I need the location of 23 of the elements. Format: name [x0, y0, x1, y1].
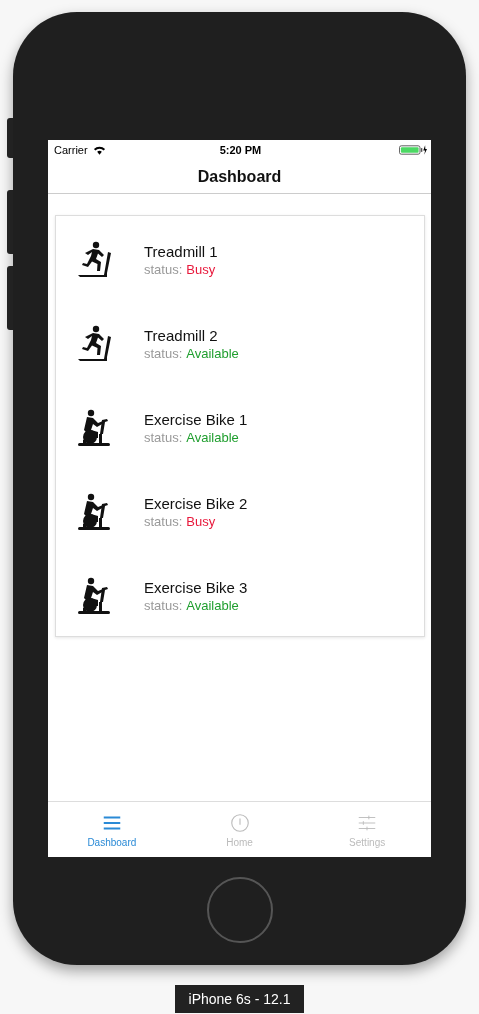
clock-icon — [228, 811, 251, 834]
status-value: Busy — [186, 262, 216, 277]
status-label: status: — [144, 262, 183, 277]
device-label: iPhone 6s - 12.1 — [174, 985, 305, 1013]
equipment-name: Exercise Bike 2 — [144, 495, 248, 512]
equipment-name: Treadmill 1 — [144, 243, 218, 260]
screen-title: Dashboard — [197, 167, 282, 186]
home-button[interactable] — [206, 877, 273, 943]
equipment-name: Exercise Bike 1 — [144, 411, 248, 428]
status-label: status: — [144, 430, 183, 445]
equipment-name: Treadmill 2 — [144, 327, 219, 344]
status-time: 5:20 PM — [219, 144, 262, 156]
status-value: Available — [186, 346, 239, 361]
status-value: Available — [186, 598, 239, 613]
status-value: Busy — [186, 514, 216, 529]
status-label: status: — [144, 598, 183, 613]
equipment-name: Exercise Bike 3 — [144, 579, 248, 596]
status-label: status: — [144, 346, 183, 361]
status-value: Available — [186, 430, 239, 445]
carrier-name: Carrier — [54, 144, 88, 156]
status-label: status: — [144, 514, 183, 529]
battery-icon — [399, 145, 427, 155]
wifi-icon — [92, 145, 106, 155]
